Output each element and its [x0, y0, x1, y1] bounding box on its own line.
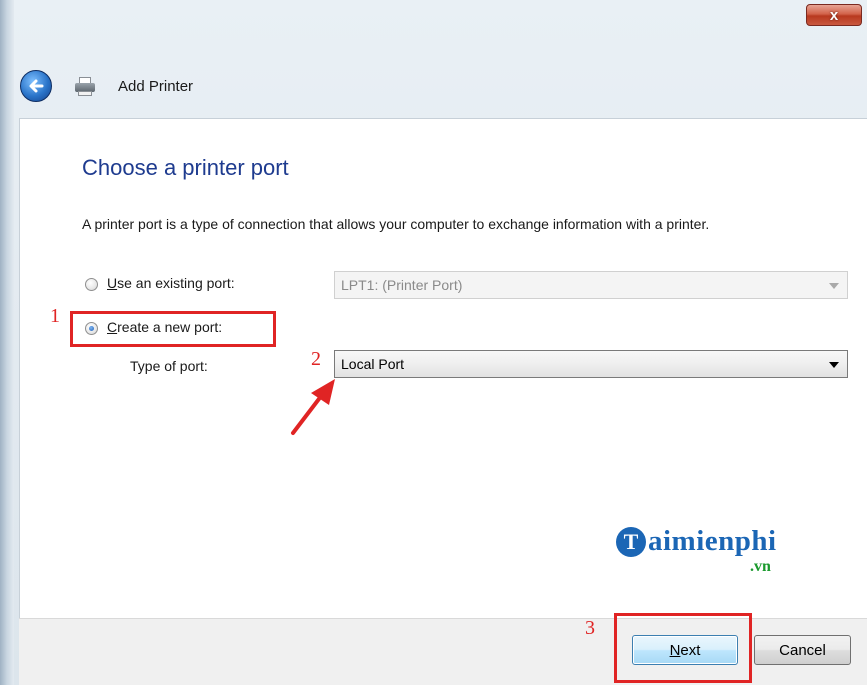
annotation-arrow-icon [291, 379, 335, 435]
annotation-step-3: 3 [585, 617, 595, 639]
logo-suffix: .vn [750, 558, 771, 575]
create-new-port-label[interactable]: Create a new port: [107, 319, 222, 335]
page-title: Choose a printer port [82, 155, 289, 180]
cancel-button[interactable]: Cancel [754, 635, 851, 665]
type-of-port-label: Type of port: [130, 358, 208, 374]
next-button[interactable]: Next [632, 635, 738, 665]
back-button[interactable] [20, 70, 52, 102]
window-frame: x Add Printer Choose a printer port A pr… [0, 0, 867, 685]
annotation-step-1: 1 [50, 305, 60, 327]
existing-port-value: LPT1: (Printer Port) [341, 277, 463, 293]
taimienphi-logo: T aimienphi .vn [616, 525, 796, 585]
page-description: A printer port is a type of connection t… [82, 216, 710, 232]
wizard-content: Choose a printer port A printer port is … [19, 118, 867, 618]
wizard-footer: 3 Next Cancel [19, 613, 867, 685]
logo-name: aimienphi [648, 525, 777, 557]
close-icon: x [829, 6, 839, 24]
window-left-edge [0, 0, 14, 685]
use-existing-port-radio[interactable] [85, 278, 98, 291]
chevron-down-icon [829, 362, 839, 368]
port-type-value: Local Port [341, 356, 405, 372]
chevron-down-icon [829, 283, 839, 289]
annotation-step-2: 2 [311, 348, 321, 370]
logo-initial: T [616, 527, 646, 557]
wizard-header: Add Printer [20, 64, 193, 108]
back-arrow-icon [29, 79, 44, 93]
window-title: Add Printer [118, 77, 194, 95]
use-existing-port-label[interactable]: Use an existing port: [107, 275, 235, 291]
printer-icon [74, 76, 96, 96]
port-type-select[interactable]: Local Port [334, 350, 848, 378]
create-new-port-radio[interactable] [85, 322, 98, 335]
close-button[interactable]: x [806, 4, 862, 26]
existing-port-select[interactable]: LPT1: (Printer Port) [334, 271, 848, 299]
